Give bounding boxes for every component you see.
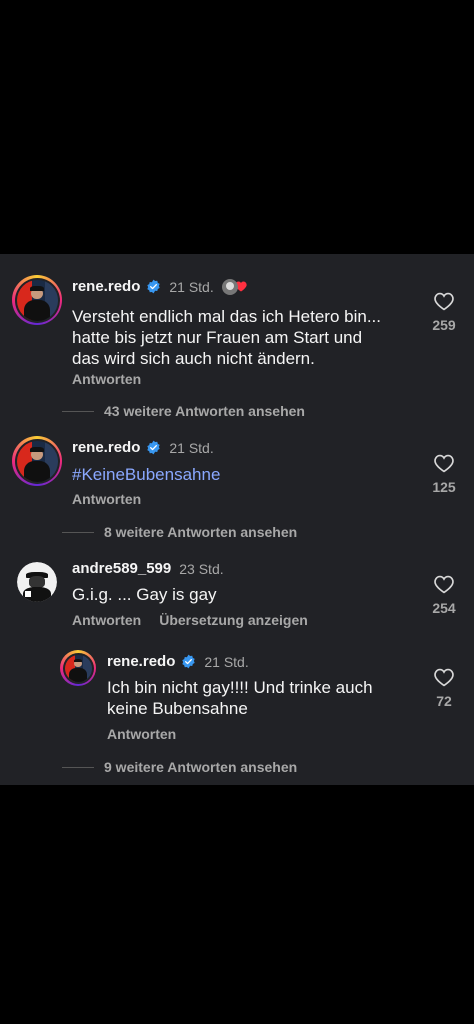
comment-text-line: keine Bubensahne <box>107 699 248 718</box>
comment-time: 21 Std. <box>204 653 249 670</box>
like-count: 72 <box>436 693 452 709</box>
avatar[interactable] <box>12 436 62 486</box>
verified-badge-icon <box>147 440 161 455</box>
like-button[interactable]: 72 <box>424 668 464 709</box>
creator-liked-reaction <box>221 278 247 295</box>
view-more-replies[interactable]: 9 weitere Antworten ansehen <box>62 759 297 775</box>
avatar[interactable] <box>60 650 96 686</box>
comment-text: G.i.g. ... Gay is gay <box>72 585 217 604</box>
view-more-replies-label: 8 weitere Antworten ansehen <box>104 524 298 540</box>
comment-username[interactable]: rene.redo <box>107 653 175 670</box>
avatar[interactable] <box>17 562 57 602</box>
comment-username[interactable]: rene.redo <box>72 278 140 295</box>
reply-button[interactable]: Antworten <box>72 371 141 387</box>
view-more-replies-label: 43 weitere Antworten ansehen <box>104 403 305 419</box>
creator-avatar-icon <box>221 278 238 295</box>
thread-line <box>62 410 94 412</box>
reply-button[interactable]: Antworten <box>107 726 176 742</box>
translate-button[interactable]: Übersetzung anzeigen <box>159 612 308 628</box>
verified-badge-icon <box>182 654 196 669</box>
like-count: 254 <box>432 600 456 616</box>
like-count: 259 <box>432 317 456 333</box>
view-more-replies[interactable]: 8 weitere Antworten ansehen <box>62 524 297 540</box>
thread-line <box>62 531 94 533</box>
comment-text-line: Versteht endlich mal das ich Hetero bin.… <box>72 307 381 326</box>
like-button[interactable]: 254 <box>424 575 464 616</box>
like-button[interactable]: 125 <box>424 454 464 495</box>
view-more-replies[interactable]: 43 weitere Antworten ansehen <box>62 403 305 419</box>
comment-username[interactable]: andre589_599 <box>72 560 171 577</box>
avatar[interactable] <box>12 275 62 325</box>
heart-outline-icon <box>434 454 454 473</box>
reply-button[interactable]: Antworten <box>72 612 141 628</box>
heart-outline-icon <box>434 292 454 311</box>
like-count: 125 <box>432 479 456 495</box>
comments-panel: rene.redo 21 Std. Versteht endlich mal d… <box>0 254 474 785</box>
comment-text-line: das wird sich auch nicht ändern. <box>72 349 315 368</box>
comment-time: 23 Std. <box>179 560 224 577</box>
heart-outline-icon <box>434 668 454 687</box>
hashtag-link[interactable]: #KeineBubensahne <box>72 465 220 484</box>
comment-time: 21 Std. <box>169 439 214 456</box>
reply-button[interactable]: Antworten <box>72 491 141 507</box>
comment-text-line: hatte bis jetzt nur Frauen am Start und <box>72 328 363 347</box>
comment-text-line: Ich bin nicht gay!!!! Und trinke auch <box>107 678 373 697</box>
like-button[interactable]: 259 <box>424 292 464 333</box>
verified-badge-icon <box>147 279 161 294</box>
comment-username[interactable]: rene.redo <box>72 439 140 456</box>
thread-line <box>62 766 94 768</box>
comment-time: 21 Std. <box>169 278 214 295</box>
view-more-replies-label: 9 weitere Antworten ansehen <box>104 759 298 775</box>
heart-outline-icon <box>434 575 454 594</box>
